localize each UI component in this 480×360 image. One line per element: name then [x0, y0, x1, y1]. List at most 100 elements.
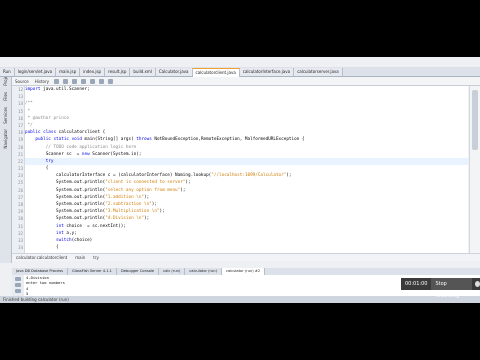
- code-token: "1.addition \n": [105, 194, 145, 200]
- line-number: 31: [18, 223, 23, 229]
- code-token: java.util.Scanner;: [40, 87, 90, 92]
- line-number: 28: [18, 202, 23, 207]
- editor-tab[interactable]: calculatorInterface.java: [239, 68, 295, 76]
- line-number: 25: [18, 180, 23, 186]
- scroll-thumb[interactable]: [472, 90, 478, 150]
- line-number: 23: [18, 166, 23, 172]
- code-token: calculatorclient {: [56, 130, 106, 136]
- code-line: System.out.println("1.addition \n");: [25, 194, 468, 201]
- code-token: choice = sc.nextInt();: [63, 223, 126, 229]
- code-line: {: [25, 165, 468, 172]
- output-tab[interactable]: Java DB Database Process: [12, 268, 69, 275]
- output-tab[interactable]: calc (run): [159, 268, 186, 275]
- editor-tab[interactable]: build.xml: [130, 68, 156, 76]
- code-token: try: [45, 158, 54, 164]
- code-token: );: [185, 180, 191, 186]
- code-token: );: [180, 187, 186, 193]
- code-line: System.out.println("select any option fr…: [25, 187, 468, 194]
- code-line: System.out.println("4.Division \n");: [25, 215, 468, 222]
- code-line: try: [25, 157, 468, 166]
- code-token: "select any option from menu": [105, 187, 181, 193]
- code-token: Scanner(System.in);: [89, 151, 142, 157]
- code-line: * @author prince: [25, 115, 468, 122]
- forward-icon[interactable]: [62, 78, 68, 84]
- editor-tab[interactable]: Calculator.java: [155, 68, 193, 76]
- code-token: "2.subtraction \n": [105, 202, 152, 207]
- editor-tab[interactable]: index.jsp: [80, 68, 106, 76]
- recording-time: 00:01:00: [405, 281, 428, 287]
- rerun-icon[interactable]: [15, 277, 21, 281]
- editor-tab[interactable]: login/servlet.java: [14, 68, 57, 76]
- code-token: );: [151, 202, 157, 207]
- line-number: 27: [18, 194, 23, 200]
- code-line: // TODO code application logic here: [25, 144, 468, 151]
- editor-tab[interactable]: result.jsp: [105, 68, 131, 76]
- code-line: public class calculatorclient {: [25, 129, 468, 136]
- code-token: calculatorInterface c = (calculatorInter…: [25, 173, 212, 179]
- side-panel-tab[interactable]: Services: [3, 107, 8, 124]
- back-icon[interactable]: [53, 78, 59, 84]
- uncomment-icon[interactable]: [98, 78, 104, 84]
- code-token: System.out.println(: [25, 202, 106, 207]
- breadcrumb-item[interactable]: try: [89, 255, 103, 260]
- bookmark-icon[interactable]: [80, 78, 86, 84]
- breadcrumb-item[interactable]: main: [71, 255, 89, 260]
- history-tab[interactable]: History: [32, 79, 52, 84]
- code-token: throws: [136, 137, 152, 143]
- line-number: 26: [18, 187, 23, 193]
- output-tab[interactable]: calculator (run) #2: [221, 268, 266, 275]
- line-number: 12: [18, 87, 23, 92]
- stop-recording-button[interactable]: Stop recording: [431, 278, 472, 299]
- line-number: 34: [18, 245, 23, 251]
- code-token: // TODO code application logic here: [45, 144, 137, 150]
- editor-tab[interactable]: Run: [0, 68, 15, 76]
- code-token: System.out.println(: [25, 209, 106, 215]
- line-number: 22: [18, 158, 23, 164]
- code-token: System.out.println(: [25, 216, 106, 222]
- line-number: 19: [18, 137, 23, 143]
- side-panel-tab[interactable]: Navigator: [3, 129, 8, 149]
- editor-tab[interactable]: calculatorclient.java: [192, 68, 240, 77]
- editor-tab-bar: Run login/servlet.java main.jsp index.jsp re…: [0, 67, 480, 77]
- code-editor[interactable]: import java.util.Scanner; /** * * @autho…: [25, 86, 468, 253]
- line-number: 20: [18, 144, 23, 150]
- editor-scrollbar[interactable]: [469, 86, 480, 253]
- search-icon[interactable]: [71, 78, 77, 84]
- output-tab[interactable]: calculator (run): [185, 268, 222, 275]
- editor-tab[interactable]: main.jsp: [56, 68, 81, 76]
- output-tab-bar: Java DB Database Process GlassFish Server…: [12, 268, 480, 275]
- code-token: *: [25, 108, 31, 114]
- stop-icon[interactable]: [15, 283, 21, 287]
- source-tab[interactable]: Source: [12, 79, 32, 84]
- clear-icon[interactable]: [15, 289, 21, 293]
- code-line: int a,y;: [25, 230, 468, 237]
- code-token: NotBoundException,RemoteException, Malfo…: [151, 137, 305, 143]
- close-icon[interactable]: [474, 281, 480, 287]
- code-token: * @author prince: [25, 115, 69, 121]
- output-tab[interactable]: GlassFish Server 4.1.1: [68, 268, 117, 275]
- breadcrumb-item[interactable]: calculator.calculatorclient: [12, 255, 71, 260]
- record-macro-icon[interactable]: [107, 78, 113, 84]
- comment-icon[interactable]: [89, 78, 95, 84]
- ide-window: Projects Files Services Navigator Run login/…: [0, 57, 480, 303]
- line-number: 16: [18, 115, 23, 121]
- line-number: 24: [18, 173, 23, 179]
- line-number: 18: [18, 130, 23, 136]
- code-token: (choice): [71, 237, 93, 243]
- line-number: 21: [18, 151, 23, 157]
- code-token: /**: [25, 101, 33, 107]
- line-number: 14: [18, 101, 23, 107]
- code-line: Scanner sc = new Scanner(System.in);: [25, 151, 468, 158]
- code-token: new: [81, 151, 90, 157]
- code-token: public static void: [35, 137, 82, 143]
- code-line: System.out.println("client is connected …: [25, 179, 468, 186]
- editor-tab[interactable]: calculatorserver.java: [294, 68, 343, 76]
- output-tab[interactable]: Debugger Console: [117, 268, 160, 275]
- code-token: switch: [56, 237, 72, 243]
- side-panel-tab[interactable]: Files: [3, 92, 8, 101]
- line-number: 15: [18, 108, 23, 114]
